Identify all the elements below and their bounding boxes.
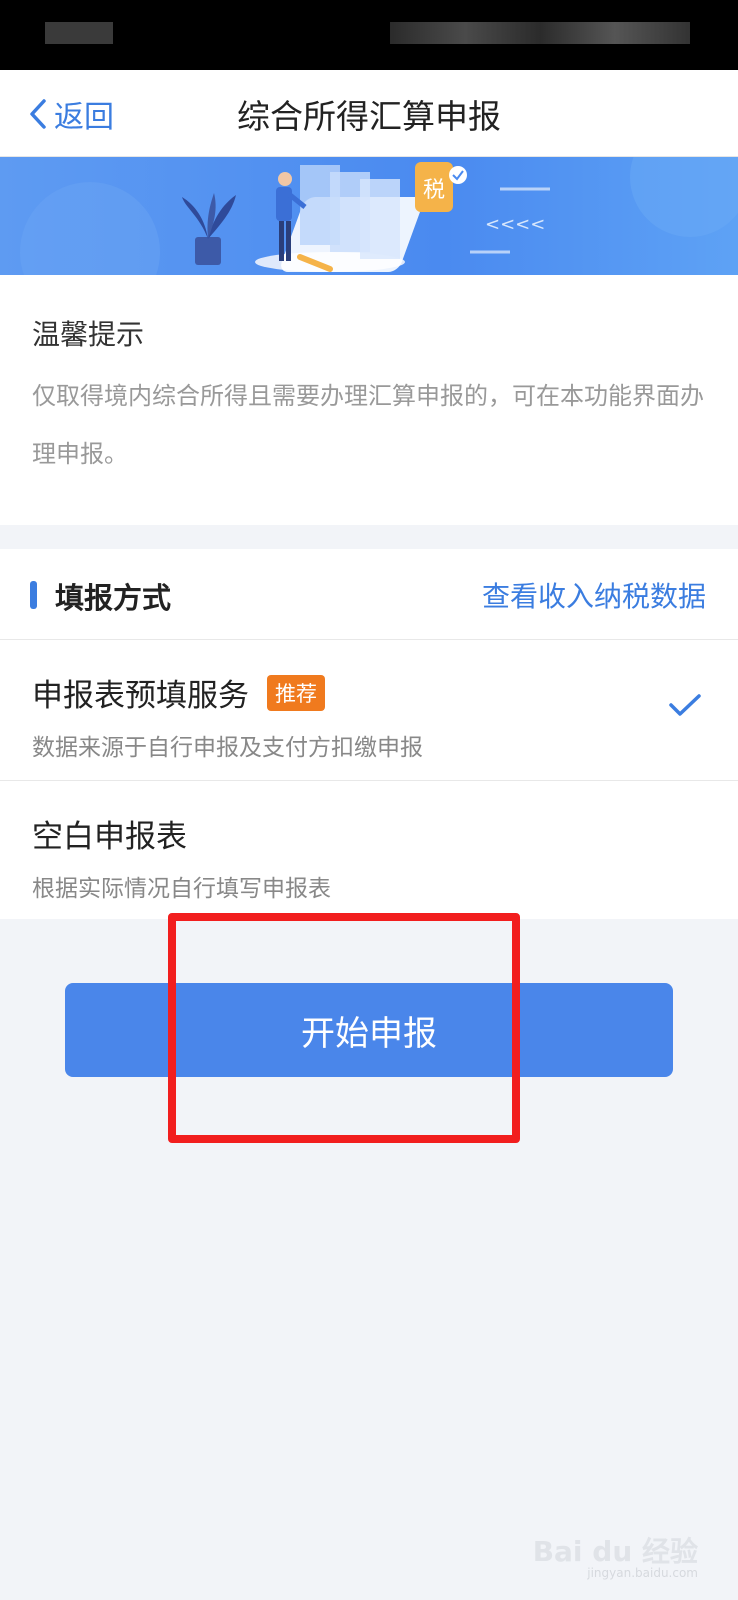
watermark-url: jingyan.baidu.com: [587, 1566, 698, 1580]
pixelated-status-left: [45, 22, 113, 44]
baidu-watermark: Bai du 经验 jingyan.baidu.com: [533, 1530, 698, 1580]
option-title: 申报表预填服务 推荐: [32, 670, 325, 715]
tips-title: 温馨提示: [32, 318, 145, 351]
checkmark-icon: [669, 694, 701, 716]
status-bar: [0, 0, 738, 70]
section-accent-bar: [30, 581, 37, 609]
tax-illustration: 税 <<<<: [20, 157, 738, 275]
tax-badge: 税: [423, 178, 445, 203]
option-subtitle: 数据来源于自行申报及支付方扣缴申报: [32, 735, 423, 761]
nav-bar: 返回 综合所得汇算申报: [0, 70, 738, 157]
option-title-text: 申报表预填服务: [32, 678, 249, 714]
pixelated-status-right: [390, 22, 690, 44]
arrow-decoration: <<<<: [485, 214, 545, 235]
annotation-highlight-box: [168, 913, 520, 1143]
filing-method-section: 填报方式 查看收入纳税数据 申报表预填服务 推荐 数据来源于自行申报及支付方扣缴…: [0, 549, 738, 919]
option-prefill-service[interactable]: 申报表预填服务 推荐 数据来源于自行申报及支付方扣缴申报: [0, 640, 738, 781]
tips-text: 仅取得境内综合所得且需要办理汇算申报的，可在本功能界面办理申报。: [32, 382, 704, 468]
view-income-tax-data-link[interactable]: 查看收入纳税数据: [482, 575, 706, 615]
section-header: 填报方式 查看收入纳税数据: [0, 549, 738, 640]
option-title-text: 空白申报表: [32, 819, 187, 855]
page-title: 综合所得汇算申报: [237, 97, 501, 136]
option-blank-form[interactable]: 空白申报表 根据实际情况自行填写申报表: [0, 781, 738, 921]
tips-card: 温馨提示 仅取得境内综合所得且需要办理汇算申报的，可在本功能界面办理申报。: [0, 275, 738, 525]
plant-icon: [182, 193, 236, 265]
option-title: 空白申报表: [32, 811, 187, 856]
watermark-brand: Bai du 经验: [532, 1535, 698, 1568]
section-title: 填报方式: [55, 581, 172, 615]
banner-illustration: 税 <<<<: [0, 157, 738, 275]
recommended-badge: 推荐: [267, 674, 325, 711]
option-subtitle: 根据实际情况自行填写申报表: [32, 876, 331, 902]
